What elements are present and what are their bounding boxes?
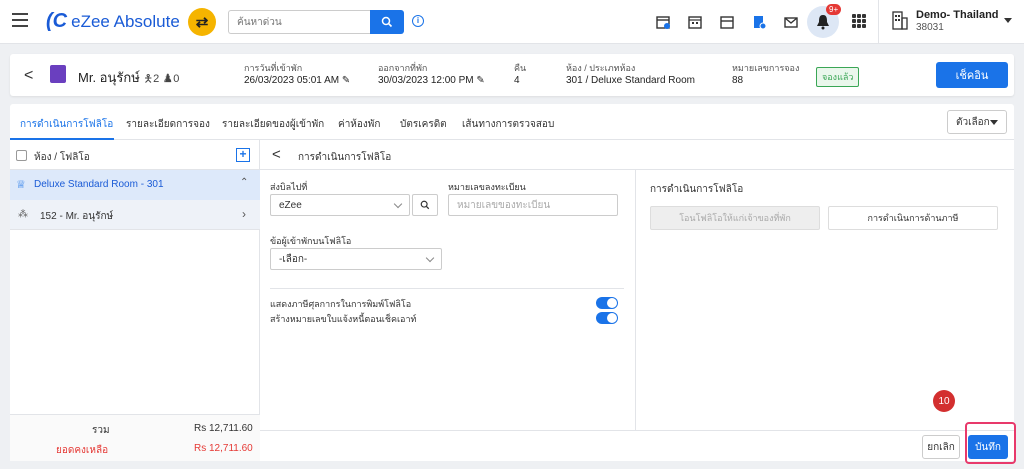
back-arrow-icon[interactable]: < [24,67,33,85]
room-label: ห้อง / ประเภทห้อง [566,63,636,73]
hotel-id: 38031 [916,22,944,33]
hotel-name[interactable]: Demo- Thailand [916,9,999,21]
search-icon [381,16,393,28]
guest-header: < Mr. อนุรักษ์ 🯅2 ♟0 การวันที่เข้าพัก 26… [10,54,1014,96]
search-button[interactable] [370,10,404,34]
folio-ops-title: การดำเนินการโฟลิโอ [298,152,392,163]
tab-guest-details[interactable]: รายละเอียดของผู้เข้าพัก [222,117,324,132]
search-input[interactable] [228,10,370,34]
nights-label: คืน [514,63,527,73]
send-to-label: ส่งบิลไปที่ [270,182,308,192]
tab-folio-operations[interactable]: การดำเนินการโฟลิโอ [20,117,113,132]
guest-info-select[interactable]: -เลือก- [270,248,442,270]
calendar-icon[interactable] [718,13,736,31]
tab-audit-trail[interactable]: เส้นทางการตรวจสอบ [462,117,554,132]
app-logo[interactable]: (C eZee Absolute [46,10,180,33]
room-folio-panel: ห้อง / โฟลิโอ + ♕ Deluxe Standard Room -… [10,140,260,461]
divider [878,0,879,44]
search-icon [420,200,430,210]
folio-actions-title: การดำเนินการโฟลิโอ [650,184,744,195]
folio-ops-form: ส่งบิลไปที่ eZee หมายเลขลงทะเบียน หมายเล… [260,170,636,430]
arrival-value[interactable]: 26/03/2023 05:01 AM ✎ [244,75,350,86]
room-name: Deluxe Standard Room - 301 [34,179,164,190]
total-value: Rs 12,711.60 [194,423,253,434]
top-bar: (CeZee Absolute ⇄ i 9+ Demo- Thailand 38… [0,0,1024,44]
guest-name: Mr. อนุรักษ์ 🯅2 ♟0 [78,70,180,85]
registration-input[interactable]: หมายเลขของทะเบียน [448,194,618,216]
toggle2-label: สร้างหมายเลขใบแจ้งหนี้ตอนเช็คเอาท์ [270,314,417,324]
departure-value[interactable]: 30/03/2023 12:00 PM ✎ [378,75,485,86]
tab-bar: การดำเนินการโฟลิโอ รายละเอียดการจอง รายล… [10,104,1014,140]
step-badge: 10 [933,390,955,412]
booking-value: 88 [732,75,744,86]
hotel-building-icon [892,10,908,33]
transfer-folio-button[interactable]: โอนโฟลิโอให้แก่เจ้าของที่พัก [650,206,820,230]
folio-name: 152 - Mr. อนุรักษ์ [40,211,114,222]
guest-info-label: ข้อผู้เข้าพักบนโฟลิโอ [270,236,352,246]
back-arrow-icon[interactable]: < [272,146,281,163]
logo-mark-icon: (C [46,10,68,32]
status-badge: จองแล้ว [816,67,860,87]
notification-badge: 9+ [826,4,842,15]
folio-actions-panel: การดำเนินการโฟลิโอ โอนโฟลิโอให้แก่เจ้าขอ… [636,170,1014,430]
chevron-down-icon [393,199,403,209]
balance-value: Rs 12,711.60 [194,443,253,454]
tree-icon: ⁂ [18,209,28,220]
search-button[interactable] [412,194,438,216]
add-folio-icon[interactable]: + [236,148,250,162]
invoice-number-toggle[interactable] [596,312,618,324]
select-all-checkbox[interactable] [16,150,27,161]
booking-label: หมายเลขการจอง [732,63,800,73]
toggle1-label: แสดงภาษีศุลกากรในการพิมพ์โฟลิโอ [270,299,412,309]
chevron-down-icon [425,253,435,263]
child-count: 0 [173,73,180,85]
apps-grid-icon[interactable] [852,14,866,28]
registration-label: หมายเลขลงทะเบียน [448,182,526,192]
options-dropdown[interactable]: ตัวเลือก [947,110,1007,134]
chevron-up-icon[interactable]: ⌃ [240,177,248,188]
save-highlight [965,422,1016,464]
calendar-add-icon[interactable] [654,13,672,31]
balance-label: ยอดคงเหลือ [56,445,109,456]
room-value: 301 / Deluxe Standard Room [566,75,695,86]
tab-credit-card[interactable]: บัตรเครดิต [400,117,447,132]
room-folio-title: ห้อง / โฟลิโอ [34,152,90,163]
main-panel: การดำเนินการโฟลิโอ รายละเอียดการจอง รายล… [10,104,1014,461]
check-in-button[interactable]: เช็คอิน [936,62,1008,88]
info-icon[interactable]: i [412,15,424,27]
room-folio-header: ห้อง / โฟลิโอ + [10,140,260,170]
invoice-icon[interactable] [750,13,768,31]
arrival-label: การวันที่เข้าพัก [244,63,303,73]
totals-section: รวม Rs 12,711.60 ยอดคงเหลือ Rs 12,711.60 [10,414,260,461]
edit-pencil-icon[interactable]: ✎ [342,75,350,86]
nights-value: 4 [514,75,520,86]
shuffle-icon[interactable]: ⇄ [188,8,216,36]
footer-bar: ยกเลิก บันทึก [260,430,1014,461]
hotel-dropdown-icon[interactable] [1004,18,1012,23]
send-to-select[interactable]: eZee [270,194,410,216]
mail-icon[interactable] [782,13,800,31]
calendar-grid-icon[interactable] [686,13,704,31]
building-icon [50,65,66,83]
chevron-right-icon[interactable]: › [242,207,246,221]
edit-pencil-icon[interactable]: ✎ [476,75,484,86]
cancel-button[interactable]: ยกเลิก [922,435,960,459]
total-label: รวม [92,425,110,436]
departure-label: ออกจากที่พัก [378,63,428,73]
folio-ops-header: < การดำเนินการโฟลิโอ [260,140,1014,170]
room-item[interactable]: ♕ Deluxe Standard Room - 301 ⌃ [10,170,260,200]
tax-operations-button[interactable]: การดำเนินการด้านภาษี [828,206,998,230]
adult-count: 2 [153,73,160,85]
folio-item[interactable]: ⁂ 152 - Mr. อนุรักษ์ › [10,200,260,230]
menu-icon[interactable] [12,13,28,27]
tab-booking-details[interactable]: รายละเอียดการจอง [126,117,210,132]
tab-room-charges[interactable]: ค่าห้องพัก [338,117,380,132]
crown-icon: ♕ [16,179,26,191]
show-tax-toggle[interactable] [596,297,618,309]
divider [270,288,624,289]
